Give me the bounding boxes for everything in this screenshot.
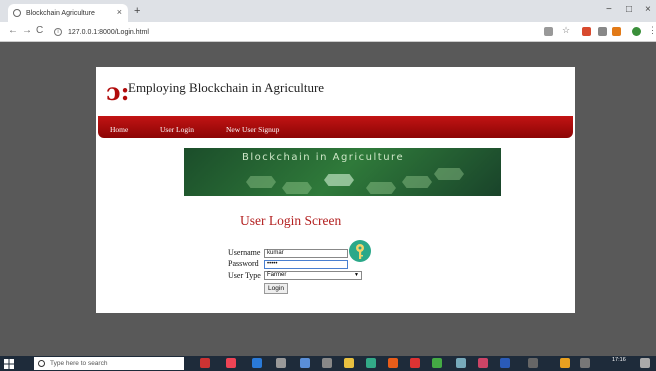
hexagon-shape <box>402 176 432 188</box>
tab-title: Blockchain Agriculture <box>26 9 95 17</box>
system-tray-icon[interactable] <box>560 358 570 368</box>
info-icon[interactable]: i <box>54 28 62 36</box>
word-icon[interactable] <box>500 358 510 368</box>
url-text: 127.0.0.1:8000/Login.html <box>68 28 149 36</box>
taskbar-app-icon[interactable] <box>366 358 376 368</box>
forward-arrow-icon[interactable]: → <box>22 25 32 36</box>
search-icon <box>38 360 45 367</box>
close-tab-icon[interactable]: × <box>117 7 122 17</box>
user-type-select[interactable]: Farmer ▼ <box>264 271 362 280</box>
taskbar-app-icon[interactable] <box>478 358 488 368</box>
metamask-icon[interactable] <box>612 27 621 36</box>
login-heading: User Login Screen <box>240 213 342 228</box>
taskbar: Type here to search 17:16 <box>0 356 656 371</box>
extension-icon[interactable] <box>598 27 607 36</box>
extension-icon[interactable] <box>582 27 591 36</box>
taskbar-app-icon[interactable] <box>322 358 332 368</box>
taskbar-clock[interactable]: 17:16 <box>612 357 626 363</box>
file-explorer-icon[interactable] <box>344 358 354 368</box>
window-close-button[interactable]: × <box>645 4 651 15</box>
nav-home[interactable]: Home <box>110 125 128 134</box>
banner-text: Blockchain in Agriculture <box>242 152 405 163</box>
banner-image: Blockchain in Agriculture <box>184 148 501 196</box>
browser-tab-bar: Blockchain Agriculture × + − □ × <box>0 0 656 22</box>
notifications-icon[interactable] <box>640 358 650 368</box>
hexagon-shape <box>282 182 312 194</box>
globe-icon <box>13 9 21 17</box>
profile-icon[interactable] <box>632 27 641 36</box>
reload-icon[interactable]: C <box>36 25 43 36</box>
system-tray-icon[interactable] <box>528 358 538 368</box>
username-input[interactable]: kumar <box>264 249 348 258</box>
maximize-button[interactable]: □ <box>626 4 632 15</box>
taskbar-app-icon[interactable] <box>456 358 466 368</box>
edge-icon[interactable] <box>252 358 262 368</box>
menu-icon[interactable]: ⋮ <box>648 25 656 35</box>
password-label: Password <box>228 259 259 268</box>
volume-icon[interactable] <box>580 358 590 368</box>
address-bar: ← → C i 127.0.0.1:8000/Login.html ☆ ⋮ <box>0 22 656 42</box>
site-title: Employing Blockchain in Agriculture <box>128 80 325 95</box>
star-icon[interactable]: ☆ <box>562 25 571 35</box>
user-type-value: Farmer <box>267 272 287 278</box>
key-toolbar-icon[interactable] <box>544 27 553 36</box>
dropdown-arrow-icon: ▼ <box>354 272 359 278</box>
taskbar-app-icon[interactable] <box>388 358 398 368</box>
taskbar-app-icon[interactable] <box>410 358 420 368</box>
taskbar-app-icon[interactable] <box>200 358 210 368</box>
login-button[interactable]: Login <box>264 283 288 294</box>
nav-user-login[interactable]: User Login <box>160 125 194 134</box>
taskbar-app-icon[interactable] <box>300 358 310 368</box>
password-input[interactable]: ••••• <box>264 260 348 269</box>
clock-time: 17:16 <box>612 357 626 363</box>
minimize-button[interactable]: − <box>606 4 612 15</box>
taskbar-app-icon[interactable] <box>276 358 286 368</box>
hexagon-shape <box>366 182 396 194</box>
block-hexagon <box>324 174 354 186</box>
taskbar-app-icon[interactable] <box>226 358 236 368</box>
taskbar-search-placeholder: Type here to search <box>50 360 108 367</box>
taskbar-app-icon[interactable] <box>432 358 442 368</box>
username-label: Username <box>228 248 261 257</box>
taskbar-search[interactable]: Type here to search <box>34 357 184 370</box>
user-type-label: User Type <box>228 271 261 280</box>
hexagon-shape <box>246 176 276 188</box>
site-logo: ɔ: <box>106 77 130 106</box>
key-icon <box>349 240 371 262</box>
windows-start-icon[interactable] <box>4 359 14 369</box>
back-arrow-icon[interactable]: ← <box>8 25 18 36</box>
browser-tab[interactable]: Blockchain Agriculture × <box>8 4 128 22</box>
nav-new-user-signup[interactable]: New User Signup <box>226 125 279 134</box>
hexagon-shape <box>434 168 464 180</box>
new-tab-button[interactable]: + <box>134 5 140 17</box>
url-field[interactable]: i 127.0.0.1:8000/Login.html <box>54 25 534 39</box>
